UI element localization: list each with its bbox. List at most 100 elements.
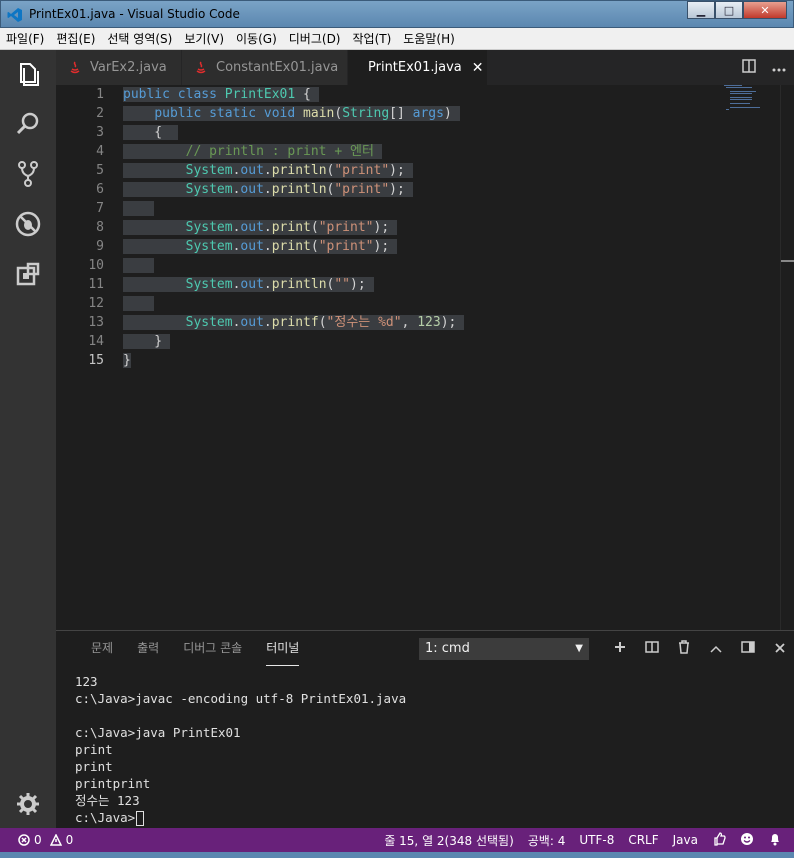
- menu-file[interactable]: 파일(F): [0, 30, 50, 47]
- line-number: 7: [96, 201, 104, 216]
- gear-icon[interactable]: [12, 788, 44, 820]
- terminal-line: 정수는 123: [75, 793, 140, 808]
- line-number: 3: [96, 125, 104, 140]
- menu-view[interactable]: 보기(V): [178, 30, 230, 47]
- terminal-line: c:\Java>java PrintEx01: [75, 725, 241, 740]
- terminal-line: c:\Java>javac -encoding utf-8 PrintEx01.…: [75, 691, 407, 706]
- close-tab-icon[interactable]: ✕: [472, 60, 484, 76]
- tab-terminal[interactable]: 터미널: [266, 631, 300, 666]
- tab-problems[interactable]: 문제: [56, 631, 137, 666]
- warning-count: 0: [65, 833, 74, 847]
- debug-icon[interactable]: [12, 208, 44, 240]
- code-line: // println : print + 엔터: [123, 142, 382, 161]
- terminal-line: printprint: [75, 776, 151, 791]
- line-number: 14: [88, 334, 104, 349]
- line-number: 2: [96, 106, 104, 121]
- split-editor-icon[interactable]: [742, 59, 756, 76]
- menu-edit[interactable]: 편집(E): [50, 30, 101, 47]
- code-line: [123, 294, 155, 313]
- terminal-line: print: [75, 759, 113, 774]
- tab-label: VarEx2.java: [90, 60, 167, 75]
- terminal-select-value: 1: cmd: [425, 641, 470, 656]
- minimize-button[interactable]: ▁: [687, 1, 715, 19]
- editor-tab-bar: VarEx2.java ConstantEx01.java PrintEx01.…: [56, 50, 794, 85]
- error-icon: [18, 834, 30, 846]
- tab-label: ConstantEx01.java: [216, 60, 339, 75]
- code-editor[interactable]: 1 2 3 4 5 6 7 8 9 10 11 12 13 14 15 publ…: [56, 85, 794, 630]
- menu-help[interactable]: 도움말(H): [397, 30, 461, 47]
- terminal-prompt: c:\Java>: [75, 810, 136, 825]
- code-line: }: [123, 334, 170, 349]
- tab-varex2[interactable]: VarEx2.java: [56, 50, 182, 85]
- menu-tasks[interactable]: 작업(T): [347, 30, 398, 47]
- extensions-icon[interactable]: [12, 258, 44, 290]
- split-terminal-icon[interactable]: [644, 641, 660, 657]
- problems-status[interactable]: 0 0: [18, 828, 73, 852]
- editor-scrollbar[interactable]: [780, 85, 794, 630]
- tab-output[interactable]: 출력: [137, 631, 183, 666]
- toggle-panel-position-icon[interactable]: [740, 641, 756, 657]
- terminal-line: 123: [75, 674, 98, 689]
- line-number: 6: [96, 182, 104, 197]
- code-line: [123, 256, 155, 275]
- terminal-cursor: [136, 811, 145, 826]
- code-line: public class PrintEx01 {: [123, 87, 319, 102]
- code-line: System.out.print("print");: [123, 237, 397, 256]
- minimap[interactable]: [724, 85, 774, 125]
- menu-go[interactable]: 이동(G): [230, 30, 283, 47]
- java-file-icon: [70, 60, 80, 73]
- line-number: 11: [88, 277, 104, 292]
- terminal-select[interactable]: 1: cmd ▼: [419, 638, 589, 660]
- activity-bar: [0, 50, 56, 828]
- menu-bar: 파일(F) 편집(E) 선택 영역(S) 보기(V) 이동(G) 디버그(D) …: [0, 28, 794, 50]
- vscode-icon: [7, 8, 22, 22]
- trash-icon[interactable]: [676, 640, 692, 658]
- tab-printex01[interactable]: PrintEx01.java ✕: [348, 50, 488, 85]
- terminal-prompt-line: c:\Java>: [75, 809, 406, 826]
- more-actions-icon[interactable]: [772, 61, 786, 75]
- line-number: 12: [88, 296, 104, 311]
- tab-debug-console[interactable]: 디버그 콘솔: [183, 631, 266, 666]
- chevron-up-icon[interactable]: [708, 641, 724, 657]
- end-of-line[interactable]: CRLF: [628, 833, 658, 847]
- code-line: System.out.println("print");: [123, 180, 413, 199]
- line-number: 1: [96, 87, 104, 102]
- code-line: }: [123, 353, 131, 368]
- code-line: System.out.println("print");: [123, 161, 413, 180]
- maximize-button[interactable]: □: [715, 1, 743, 19]
- cursor-position[interactable]: 줄 15, 열 2(348 선택됨): [384, 832, 513, 849]
- search-icon[interactable]: [12, 108, 44, 140]
- code-line: {: [123, 125, 178, 140]
- bottom-panel: 문제 출력 디버그 콘솔 터미널 1: cmd ▼ 123 c:\Java>ja…: [56, 630, 794, 828]
- language-mode[interactable]: Java: [673, 833, 698, 847]
- line-number: 10: [88, 258, 104, 273]
- terminal-output[interactable]: 123 c:\Java>javac -encoding utf-8 PrintE…: [75, 673, 406, 826]
- menu-debug[interactable]: 디버그(D): [283, 30, 347, 47]
- line-number: 4: [96, 144, 104, 159]
- tab-constantex01[interactable]: ConstantEx01.java: [182, 50, 348, 85]
- tweet-feedback-icon[interactable]: [712, 831, 726, 849]
- source-control-icon[interactable]: [12, 158, 44, 190]
- code-line: public static void main(String[] args): [123, 104, 460, 123]
- java-file-icon: [196, 60, 206, 73]
- code-line: [123, 199, 155, 218]
- close-window-button[interactable]: ✕: [743, 1, 787, 19]
- code-line: System.out.print("print");: [123, 218, 397, 237]
- status-bar: 0 0 줄 15, 열 2(348 선택됨) 공백: 4 UTF-8 CRLF …: [0, 828, 794, 852]
- code-line: System.out.printf("정수는 %d", 123);: [123, 313, 465, 332]
- window-title: PrintEx01.java - Visual Studio Code: [29, 7, 240, 21]
- new-terminal-icon[interactable]: [612, 641, 628, 657]
- menu-selection[interactable]: 선택 영역(S): [101, 30, 178, 47]
- line-number: 13: [88, 315, 104, 330]
- bell-icon[interactable]: [768, 832, 782, 849]
- close-panel-icon[interactable]: [772, 641, 788, 657]
- encoding[interactable]: UTF-8: [579, 833, 614, 847]
- tab-label: PrintEx01.java: [368, 60, 462, 75]
- smiley-icon[interactable]: [740, 832, 754, 849]
- window-titlebar[interactable]: PrintEx01.java - Visual Studio Code ▁ □ …: [0, 0, 794, 28]
- window-bottom-border: [0, 852, 794, 858]
- indentation[interactable]: 공백: 4: [528, 832, 566, 849]
- explorer-icon[interactable]: [12, 58, 44, 90]
- error-count: 0: [34, 833, 42, 847]
